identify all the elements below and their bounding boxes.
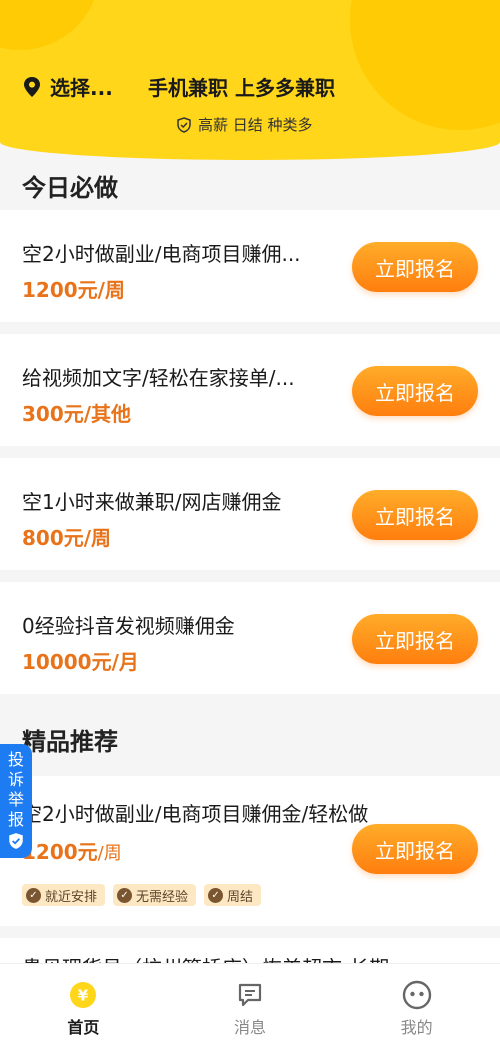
app-slogan: 手机兼职 上多多兼职	[148, 76, 335, 100]
apply-button[interactable]: 立即报名	[352, 366, 478, 416]
apply-button[interactable]: 立即报名	[352, 242, 478, 292]
face-icon	[402, 980, 432, 1010]
message-icon	[235, 980, 265, 1010]
tab-messages[interactable]: 消息	[167, 964, 334, 1048]
header-tagline: 高薪 日结 种类多	[176, 114, 313, 135]
svg-text:¥: ¥	[78, 987, 89, 1005]
tab-label: 首页	[67, 1018, 100, 1037]
location-pin-icon	[24, 76, 40, 97]
job-tag-label: 周结	[227, 889, 254, 905]
report-char: 投	[7, 750, 24, 769]
job-title: 0经验抖音发视频赚佣金	[22, 614, 235, 638]
job-tag: ✓ 就近安排	[22, 884, 106, 906]
apply-button[interactable]: 立即报名	[352, 614, 478, 664]
job-tag: ✓ 周结	[204, 884, 262, 906]
featured-job-card[interactable]: 空2小时做副业/电商项目赚佣金/轻松做 1200元/周 立即报名 ✓ 就近安排 ✓…	[0, 776, 500, 926]
header-decoration	[0, 0, 100, 50]
tab-label: 消息	[234, 1018, 267, 1037]
job-salary: 1200元/周	[22, 278, 125, 302]
shield-check-icon	[9, 833, 23, 849]
header: 选择... 手机兼职 上多多兼职 高薪 日结 种类多	[0, 0, 500, 160]
job-title: 空1小时来做兼职/网店赚佣金	[22, 490, 282, 514]
salary-amount: 1200元	[22, 840, 98, 864]
tagline-text: 高薪 日结 种类多	[198, 116, 313, 134]
job-salary: 800元/周	[22, 526, 112, 550]
salary-unit: /周	[97, 843, 122, 864]
job-tag-label: 就近安排	[45, 889, 98, 905]
job-salary: 10000元/月	[22, 650, 139, 674]
tab-label: 我的	[400, 1018, 433, 1037]
job-salary: 1200元/周	[22, 836, 122, 865]
check-icon: ✓	[117, 887, 133, 903]
job-card[interactable]: 给视频加文字/轻松在家接单/... 300元/其他 立即报名	[0, 334, 500, 446]
bottom-tab-bar: ¥ 首页 消息 我的	[0, 963, 500, 1048]
job-salary: 300元/其他	[22, 402, 132, 426]
job-card[interactable]: 空2小时做副业/电商项目赚佣... 1200元/周 立即报名	[0, 210, 500, 322]
section-title-featured: 精品推荐	[22, 728, 118, 756]
check-icon: ✓	[208, 887, 224, 903]
job-tags: ✓ 就近安排 ✓ 无需经验 ✓ 周结	[22, 884, 262, 906]
apply-button[interactable]: 立即报名	[352, 490, 478, 540]
report-char: 报	[7, 810, 24, 829]
report-char: 举	[7, 790, 24, 809]
location-label: 选择...	[50, 76, 113, 100]
tab-profile[interactable]: 我的	[333, 964, 500, 1048]
tab-home[interactable]: ¥ 首页	[0, 964, 167, 1048]
location-selector[interactable]: 选择...	[22, 72, 113, 101]
report-button[interactable]: 投 诉 举 报	[0, 744, 32, 858]
header-decoration	[350, 0, 500, 130]
job-card[interactable]: 0经验抖音发视频赚佣金 10000元/月 立即报名	[0, 582, 500, 694]
job-tag-label: 无需经验	[136, 889, 189, 905]
section-title-today: 今日必做	[22, 174, 118, 202]
job-title: 空2小时做副业/电商项目赚佣金/轻松做	[22, 802, 369, 826]
report-char: 诉	[7, 770, 24, 789]
job-card[interactable]: 空1小时来做兼职/网店赚佣金 800元/周 立即报名	[0, 458, 500, 570]
job-tag: ✓ 无需经验	[113, 884, 197, 906]
shield-check-icon	[177, 116, 191, 133]
apply-button[interactable]: 立即报名	[352, 824, 478, 874]
check-icon: ✓	[26, 887, 41, 903]
job-title: 空2小时做副业/电商项目赚佣...	[22, 242, 301, 266]
yuan-coin-icon: ¥	[68, 980, 98, 1010]
job-title: 给视频加文字/轻松在家接单/...	[22, 366, 295, 390]
